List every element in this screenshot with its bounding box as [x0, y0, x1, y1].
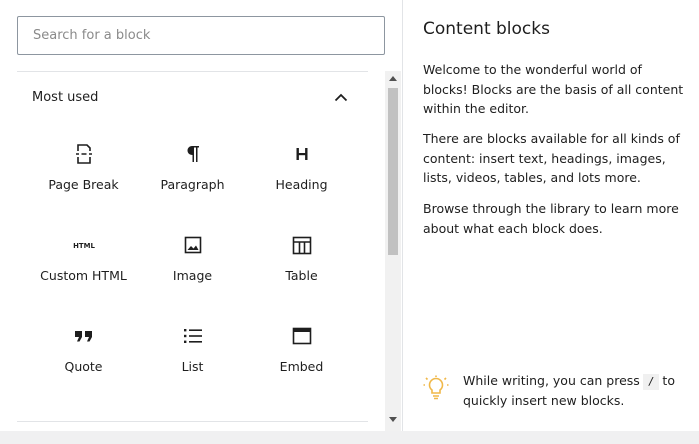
block-label: Table [285, 268, 318, 283]
block-label: Paragraph [160, 177, 225, 192]
block-label: Embed [279, 359, 324, 374]
block-page-break[interactable]: Page Break [29, 134, 138, 225]
most-used-title: Most used [32, 89, 99, 105]
block-paragraph[interactable]: Paragraph [138, 134, 247, 225]
block-list: Most used Page Break Paragraph Heading H… [17, 71, 368, 422]
quote-icon [72, 324, 96, 348]
block-custom-html[interactable]: HTML Custom HTML [29, 225, 138, 316]
chevron-up-icon[interactable] [329, 85, 353, 109]
tip: While writing, you can press / to quickly … [423, 371, 693, 411]
page-break-icon [72, 142, 96, 166]
help-title: Content blocks [423, 19, 550, 39]
block-table[interactable]: Table [247, 225, 356, 316]
block-help-panel: Content blocks Welcome to the wonderful … [402, 0, 699, 431]
block-list[interactable]: List [138, 316, 247, 407]
list-icon [181, 324, 205, 348]
block-label: Custom HTML [40, 268, 127, 283]
block-embed[interactable]: Embed [247, 316, 356, 407]
paragraph-icon [181, 142, 205, 166]
block-label: Page Break [48, 177, 119, 192]
block-quote[interactable]: Quote [29, 316, 138, 407]
block-grid: Page Break Paragraph Heading HTML Custom… [29, 134, 356, 407]
help-paragraph: There are blocks available for all kinds… [423, 131, 680, 185]
block-label: Image [172, 268, 213, 283]
image-icon [181, 233, 205, 257]
scroll-up-icon[interactable] [389, 76, 397, 81]
lightbulb-icon [423, 375, 449, 401]
most-used-header[interactable]: Most used [17, 72, 368, 122]
block-label: Quote [64, 359, 103, 374]
svg-text:HTML: HTML [73, 242, 95, 250]
embed-icon [290, 324, 314, 348]
block-inserter-panel: Most used Page Break [0, 0, 401, 431]
block-image[interactable]: Image [138, 225, 247, 316]
custom-html-icon: HTML [72, 233, 96, 257]
scroll-down-icon[interactable] [389, 417, 397, 422]
block-label: List [181, 359, 204, 374]
search-wrapper [17, 16, 385, 55]
table-icon [290, 233, 314, 257]
search-input[interactable] [17, 16, 385, 55]
tip-text: While writing, you can press / to quickly … [463, 371, 693, 411]
slash-key: / [642, 374, 660, 390]
bottom-bar [0, 431, 699, 444]
block-label: Heading [275, 177, 328, 192]
tip-text-before: While writing, you can press [463, 373, 640, 388]
scrollbar-thumb[interactable] [388, 88, 398, 255]
heading-icon [290, 142, 314, 166]
help-paragraph: Welcome to the wonderful world of blocks… [423, 62, 684, 116]
vertical-scrollbar[interactable] [385, 71, 401, 431]
block-heading[interactable]: Heading [247, 134, 356, 225]
help-paragraph: Browse through the library to learn more… [423, 201, 679, 236]
